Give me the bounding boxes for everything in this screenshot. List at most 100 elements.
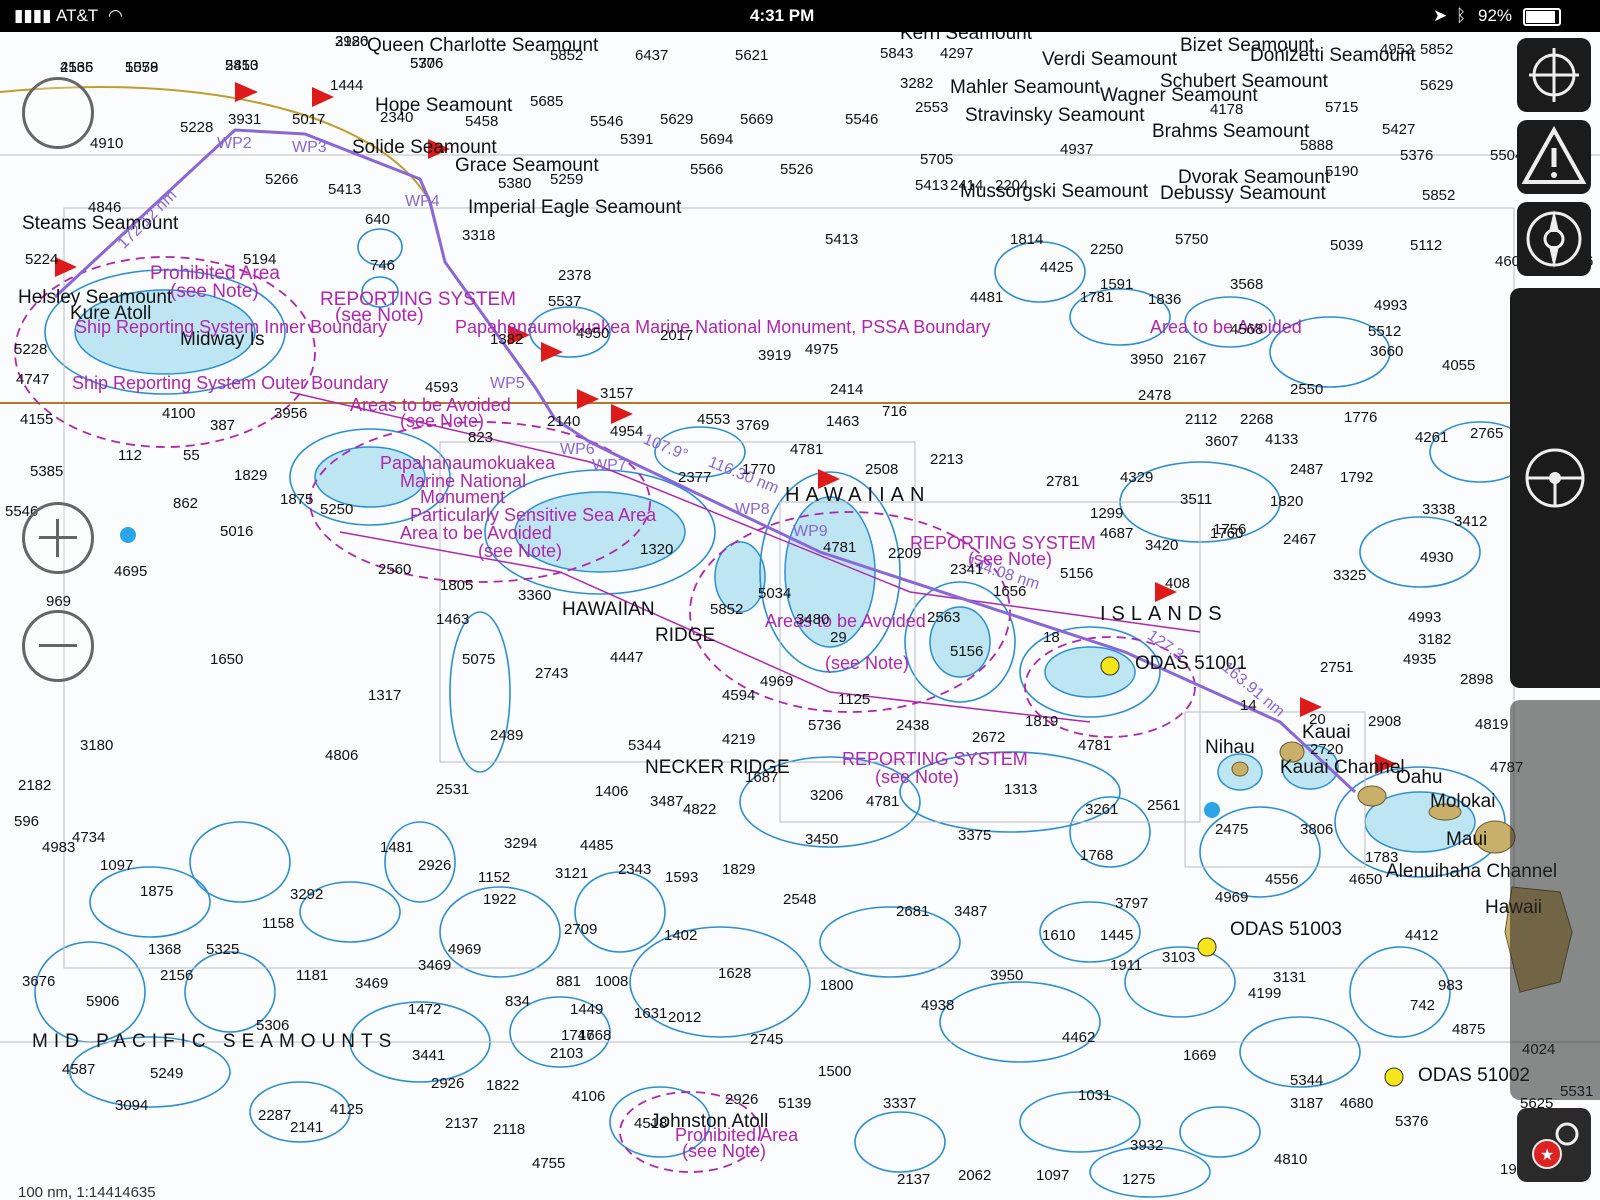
sounding: 1382 [490,331,524,348]
sounding: 5075 [462,651,496,668]
sounding: 2561 [1147,797,1181,814]
waypoint-label[interactable]: WP8 [735,502,770,518]
zoom-in-button[interactable] [22,502,94,574]
sounding: 1875 [280,491,314,508]
sounding: 1402 [664,927,698,944]
sounding: 1656 [993,583,1027,600]
sounding: 4983 [42,839,76,856]
waypoint-label[interactable]: WP7 [592,458,627,474]
settings-button[interactable]: ★ [1517,1108,1591,1182]
sounding: 881 [556,973,582,990]
sounding: 408 [1165,575,1191,592]
waypoint-label[interactable]: WP9 [793,524,828,540]
sounding: 1317 [368,687,402,704]
sounding: 5705 [920,151,954,168]
region-label: RIDGE [655,625,716,646]
sounding: 5537 [548,293,582,310]
sounding: 2672 [972,729,1006,746]
sounding: 2898 [1460,671,1494,688]
waypoint-label[interactable]: WP3 [292,140,327,156]
sounding: 4747 [16,371,50,388]
sounding: 55 [183,447,200,464]
sounding: 4553 [697,411,731,428]
waypoint-label[interactable]: WP2 [217,136,252,152]
note-label: Monument [420,487,506,507]
sounding: 1760 [1210,525,1244,542]
sounding: 5306 [256,1017,290,1034]
sounding: 4781 [1078,737,1112,754]
sounding: 3950 [990,967,1024,984]
note-label: (see Note) [478,541,563,561]
sounding: 4937 [1060,141,1094,158]
sounding: 3931 [228,111,262,128]
compass-icon [1526,210,1582,268]
sounding: 1792 [1340,469,1374,486]
sounding: 3511 [1180,491,1213,508]
waypoint-label[interactable]: WP5 [490,376,525,392]
sounding: 2709 [564,921,598,938]
sounding: 3261 [1085,801,1119,818]
sounding: 2268 [1240,411,1274,428]
warning-button[interactable] [1517,120,1591,194]
sounding: 5427 [1382,121,1416,138]
wifi-icon: ◠ [108,6,123,25]
sounding: 2487 [1290,461,1324,478]
sounding: 5458 [465,113,499,130]
scale-label: 100 nm, 1:14414635 [18,1184,156,1200]
sounding: 5685 [530,93,564,110]
sounding: 387 [210,417,236,434]
sounding: 1814 [1010,231,1044,248]
sounding: 1158 [262,915,295,932]
compass-button[interactable] [1517,202,1591,276]
sounding: 1313 [1004,781,1038,798]
region-label: HAWAIIAN [562,599,655,620]
sounding: 4875 [1452,1021,1486,1038]
waypoint-label[interactable]: WP4 [405,194,440,210]
sounding: 4993 [1408,609,1442,626]
sounding: 5621 [735,47,769,64]
sounding: 1299 [1090,505,1124,522]
sounding: 1008 [595,973,629,990]
route-icon [1529,48,1579,102]
sounding: 5546 [845,111,879,128]
sounding: 2560 [378,561,412,578]
region-label: MID PACIFIC SEAMOUNTS [32,1031,398,1052]
sounding: 4734 [72,829,106,846]
route-button[interactable] [1517,38,1591,112]
note-label: Ship Reporting System Outer Boundary [72,373,389,393]
sounding: 1445 [1100,927,1134,944]
sounding: 2745 [750,1031,784,1048]
sounding: 2414 [830,381,864,398]
sounding: 3769 [736,417,770,434]
nautical-chart[interactable]: HAWAIIAN ISLANDS HAWAIIAN RIDGE NECKER R… [0,32,1600,1200]
sounding: 3487 [650,793,684,810]
sounding: 3360 [518,587,552,604]
sounding: 4993 [1374,297,1408,314]
sounding: 3950 [1130,351,1164,368]
zoom-out-button[interactable] [22,610,94,682]
sounding: 5380 [498,175,532,192]
rotate-north-button[interactable] [22,77,94,149]
sounding: 3932 [1130,1137,1164,1154]
sounding: 2751 [1320,659,1354,676]
sounding: 4969 [1215,889,1249,906]
sounding: 3441 [412,1047,446,1064]
sounding: 3660 [1370,343,1404,360]
sounding: 5156 [1060,565,1094,582]
sounding: 2341 [950,561,984,578]
sounding: 4155 [20,411,54,428]
sounding: 1320 [640,541,674,558]
sounding: 5413 [328,181,362,198]
sounding: 983 [1438,977,1464,994]
sounding: 4950 [576,325,610,342]
sounding: 1687 [745,769,779,786]
sounding: 3375 [958,827,992,844]
sounding: 5391 [620,131,654,148]
sounding: 1275 [1122,1171,1156,1188]
sounding: 5906 [86,993,120,1010]
sounding: 1628 [718,965,752,982]
helm-icon[interactable] [1525,448,1585,508]
sounding: 5669 [740,111,774,128]
note-label: (see Note) [875,767,960,787]
waypoint-label[interactable]: WP6 [560,442,595,458]
